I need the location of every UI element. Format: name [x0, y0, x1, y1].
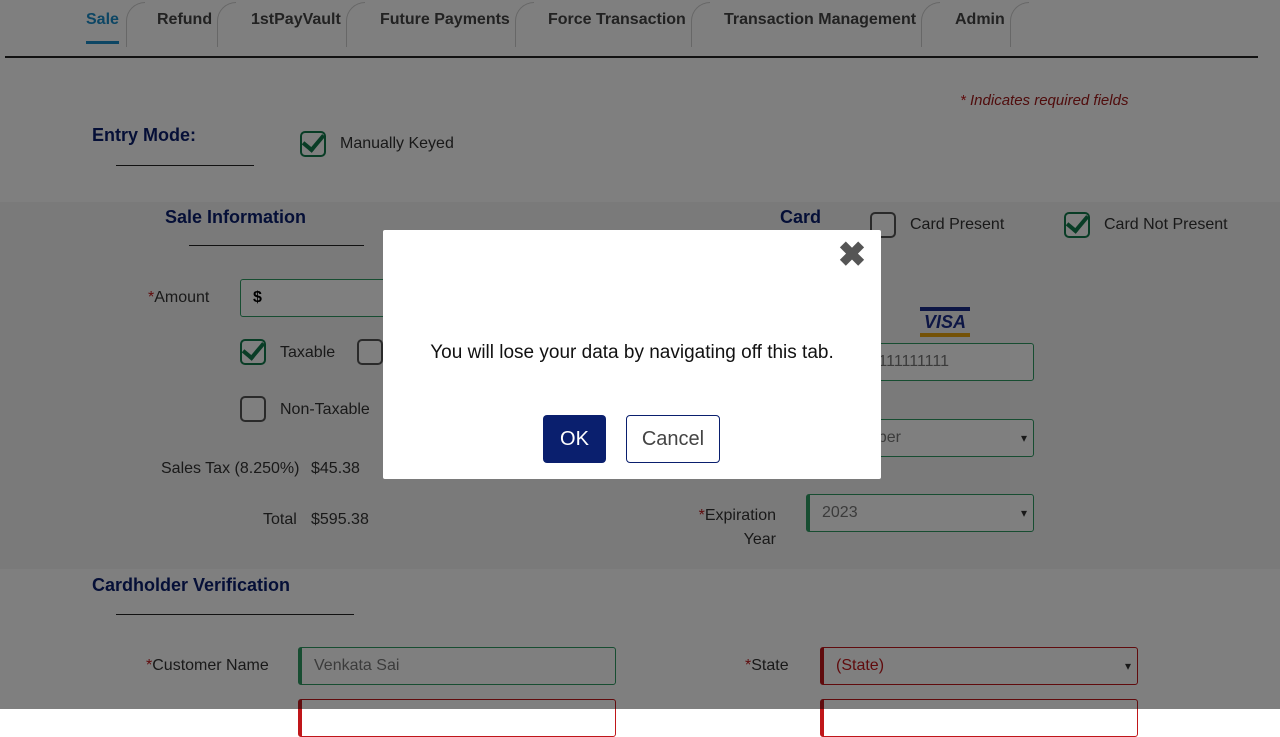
page: Sale Refund 1stPayVault Future Payments …	[0, 0, 1280, 737]
close-icon[interactable]: ✖	[837, 238, 867, 272]
ok-button[interactable]: OK	[543, 415, 606, 463]
confirm-dialog: ✖ You will lose your data by navigating …	[383, 230, 881, 479]
dialog-message: You will lose your data by navigating of…	[430, 342, 834, 363]
cancel-button[interactable]: Cancel	[626, 415, 720, 463]
